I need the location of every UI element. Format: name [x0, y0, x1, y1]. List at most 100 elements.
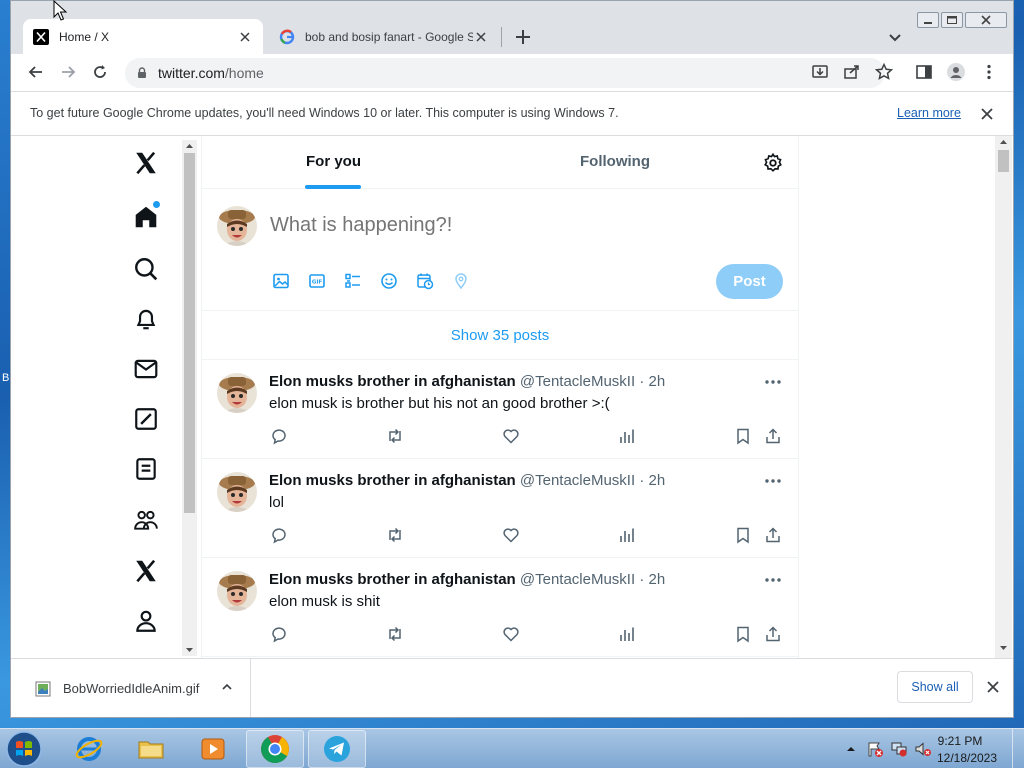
- gear-icon[interactable]: [762, 152, 784, 174]
- location-icon[interactable]: [452, 272, 470, 290]
- bookmark-icon[interactable]: [734, 625, 752, 643]
- user-handle[interactable]: @TentacleMuskII: [520, 373, 635, 390]
- close-icon[interactable]: [978, 105, 996, 123]
- more-options-icon[interactable]: [762, 471, 784, 491]
- views-icon[interactable]: [618, 625, 636, 643]
- tweet[interactable]: Elon musks brother in afghanistan @Tenta…: [202, 558, 798, 657]
- avatar[interactable]: [217, 472, 257, 512]
- like-icon[interactable]: [502, 625, 520, 643]
- bookmark-icon[interactable]: [734, 526, 752, 544]
- taskbar-explorer[interactable]: [122, 730, 180, 768]
- show-new-posts-button[interactable]: Show 35 posts: [202, 311, 798, 360]
- install-app-icon[interactable]: [810, 62, 830, 82]
- close-tab-icon[interactable]: [237, 29, 253, 45]
- timestamp[interactable]: 2h: [649, 373, 666, 390]
- like-icon[interactable]: [502, 526, 520, 544]
- network-icon[interactable]: [890, 740, 908, 758]
- taskbar-telegram[interactable]: [308, 730, 366, 768]
- nav-profile[interactable]: [129, 604, 163, 638]
- more-options-icon[interactable]: [762, 570, 784, 590]
- scrollbar-thumb[interactable]: [998, 150, 1009, 172]
- nav-premium[interactable]: [129, 554, 163, 588]
- avatar[interactable]: [217, 571, 257, 611]
- new-tab-icon[interactable]: [511, 25, 535, 49]
- nav-explore[interactable]: [129, 252, 163, 286]
- show-all-downloads-button[interactable]: Show all: [897, 671, 973, 703]
- back-icon[interactable]: [26, 62, 46, 82]
- nav-lists[interactable]: [129, 452, 163, 486]
- chevron-up-icon[interactable]: [219, 679, 235, 695]
- reload-icon[interactable]: [90, 62, 110, 82]
- repost-icon[interactable]: [386, 526, 404, 544]
- show-hidden-icons-icon[interactable]: [845, 743, 857, 755]
- clock-time[interactable]: 9:21 PM: [930, 734, 990, 748]
- share-post-icon[interactable]: [764, 526, 782, 544]
- tab-home-x[interactable]: Home / X: [23, 19, 263, 54]
- taskbar-chrome[interactable]: [246, 730, 304, 768]
- close-tab-icon[interactable]: [473, 29, 489, 45]
- nav-x-logo[interactable]: [129, 146, 163, 180]
- display-name[interactable]: Elon musks brother in afghanistan: [269, 472, 516, 489]
- display-name[interactable]: Elon musks brother in afghanistan: [269, 571, 516, 588]
- tab-following[interactable]: Following: [580, 153, 650, 170]
- taskbar-ie[interactable]: [60, 730, 118, 768]
- scroll-down-arrow-icon[interactable]: [182, 644, 197, 656]
- display-name[interactable]: Elon musks brother in afghanistan: [269, 373, 516, 390]
- views-icon[interactable]: [618, 427, 636, 445]
- avatar[interactable]: [217, 373, 257, 413]
- compose-input[interactable]: [270, 214, 750, 237]
- scroll-up-arrow-icon[interactable]: [996, 136, 1011, 148]
- nav-notifications[interactable]: [129, 302, 163, 336]
- window-close-button[interactable]: [965, 12, 1007, 28]
- reply-icon[interactable]: [270, 526, 288, 544]
- nav-grok[interactable]: [129, 402, 163, 436]
- maximize-button[interactable]: [941, 12, 963, 28]
- close-icon[interactable]: [984, 678, 1002, 696]
- scrollbar-thumb[interactable]: [184, 153, 195, 513]
- repost-icon[interactable]: [386, 625, 404, 643]
- schedule-icon[interactable]: [416, 272, 434, 290]
- more-options-icon[interactable]: [762, 372, 784, 392]
- download-item[interactable]: BobWorriedIdleAnim.gif: [11, 659, 251, 717]
- tweet[interactable]: Elon musks brother in afghanistan @Tenta…: [202, 360, 798, 459]
- post-button[interactable]: Post: [716, 264, 783, 299]
- reply-icon[interactable]: [270, 427, 288, 445]
- scroll-down-arrow-icon[interactable]: [996, 642, 1011, 654]
- tab-for-you[interactable]: For you: [306, 153, 361, 170]
- share-post-icon[interactable]: [764, 625, 782, 643]
- poll-icon[interactable]: [344, 272, 362, 290]
- learn-more-link[interactable]: Learn more: [897, 106, 961, 120]
- gif-icon[interactable]: GIF: [308, 272, 326, 290]
- sidebar-scrollbar[interactable]: [182, 140, 197, 656]
- tweet[interactable]: Elon musks brother in afghanistan @Tenta…: [202, 459, 798, 558]
- taskbar-media-player[interactable]: [184, 730, 242, 768]
- bookmark-icon[interactable]: [734, 427, 752, 445]
- action-center-icon[interactable]: [866, 740, 884, 758]
- emoji-icon[interactable]: [380, 272, 398, 290]
- address-bar[interactable]: twitter.com/home: [125, 58, 885, 88]
- nav-communities[interactable]: [129, 503, 163, 537]
- tab-google-search[interactable]: bob and bosip fanart - Google Se: [269, 19, 499, 54]
- timestamp[interactable]: 2h: [649, 472, 666, 489]
- media-icon[interactable]: [272, 272, 290, 290]
- reply-icon[interactable]: [270, 625, 288, 643]
- like-icon[interactable]: [502, 427, 520, 445]
- bookmark-star-icon[interactable]: [874, 62, 894, 82]
- minimize-button[interactable]: [917, 12, 939, 28]
- avatar[interactable]: [217, 206, 257, 246]
- user-handle[interactable]: @TentacleMuskII: [520, 472, 635, 489]
- forward-icon[interactable]: [58, 62, 78, 82]
- show-desktop-button[interactable]: [1012, 729, 1024, 768]
- nav-messages[interactable]: [129, 352, 163, 386]
- share-post-icon[interactable]: [764, 427, 782, 445]
- side-panel-icon[interactable]: [914, 62, 934, 82]
- timestamp[interactable]: 2h: [649, 571, 666, 588]
- menu-kebab-icon[interactable]: [979, 62, 999, 82]
- views-icon[interactable]: [618, 526, 636, 544]
- share-icon[interactable]: [842, 62, 862, 82]
- scroll-up-arrow-icon[interactable]: [182, 140, 197, 152]
- start-orb-icon[interactable]: [4, 729, 44, 768]
- page-scrollbar[interactable]: [995, 136, 1012, 658]
- user-handle[interactable]: @TentacleMuskII: [520, 571, 635, 588]
- site-info-icon[interactable]: [135, 66, 149, 80]
